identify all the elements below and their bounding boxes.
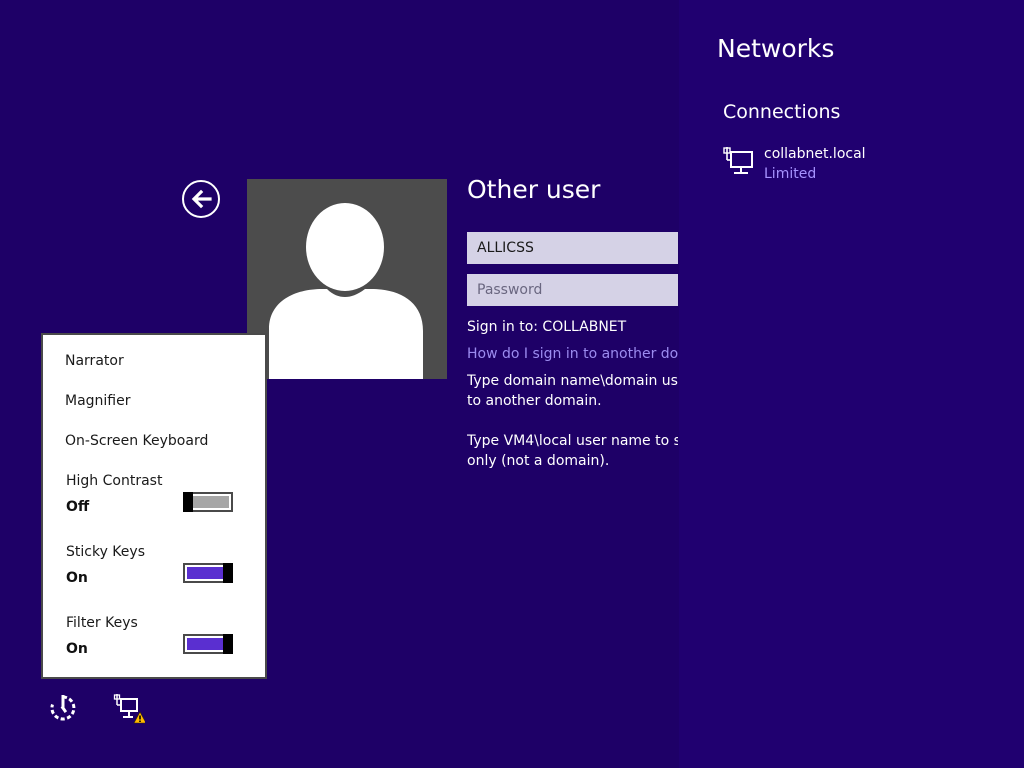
connections-heading: Connections bbox=[723, 101, 841, 123]
filter-keys-state: On bbox=[66, 641, 88, 657]
toggle-thumb bbox=[223, 634, 233, 654]
other-domain-help-link[interactable]: How do I sign in to another domain? bbox=[467, 346, 678, 362]
toggle-track bbox=[187, 496, 229, 508]
ease-of-access-icon bbox=[50, 695, 76, 721]
signin-form: Sign in to: COLLABNET How do I sign in t… bbox=[467, 232, 678, 471]
filter-keys-toggle[interactable] bbox=[183, 634, 233, 654]
domain-help-text: Type domain name\domain user name to sig… bbox=[467, 371, 678, 411]
on-screen-keyboard-menu-item[interactable]: On-Screen Keyboard bbox=[65, 433, 208, 449]
back-arrow-icon bbox=[191, 189, 212, 209]
network-warning-icon bbox=[113, 694, 147, 724]
high-contrast-label: High Contrast bbox=[66, 473, 163, 489]
local-help-line-2: only (not a domain). bbox=[467, 453, 610, 469]
lock-screen: Other user Sign in to: COLLABNET How do … bbox=[0, 0, 1024, 768]
toggle-thumb bbox=[183, 492, 193, 512]
high-contrast-state: Off bbox=[66, 499, 90, 515]
network-status: Limited bbox=[764, 166, 817, 182]
wired-network-icon bbox=[723, 147, 753, 174]
local-help-text: Type VM4\local user name to sign in to t… bbox=[467, 431, 678, 471]
sticky-keys-label: Sticky Keys bbox=[66, 544, 145, 560]
user-title: Other user bbox=[467, 175, 601, 204]
networks-panel: Networks Connections collabnet.local Lim… bbox=[679, 0, 1024, 768]
filter-keys-label: Filter Keys bbox=[66, 615, 138, 631]
ease-of-access-menu: Narrator Magnifier On-Screen Keyboard Hi… bbox=[41, 333, 267, 679]
password-field[interactable] bbox=[467, 274, 678, 306]
network-status-button[interactable] bbox=[113, 692, 147, 724]
username-field[interactable] bbox=[467, 232, 678, 264]
user-avatar bbox=[247, 179, 447, 379]
networks-title: Networks bbox=[717, 34, 835, 63]
network-name: collabnet.local bbox=[764, 146, 866, 162]
network-item-collabnet[interactable]: collabnet.local Limited bbox=[723, 145, 983, 187]
back-button[interactable] bbox=[182, 180, 220, 218]
filter-keys-setting: Filter Keys On bbox=[66, 615, 246, 671]
ease-of-access-button[interactable] bbox=[47, 692, 79, 724]
sticky-keys-state: On bbox=[66, 570, 88, 586]
toggle-thumb bbox=[223, 563, 233, 583]
network-item-text: collabnet.local Limited bbox=[764, 145, 866, 185]
domain-help-line-1: Type domain name\domain user name to sig… bbox=[467, 373, 678, 389]
domain-help-line-2: to another domain. bbox=[467, 393, 602, 409]
high-contrast-setting: High Contrast Off bbox=[66, 473, 246, 529]
default-user-icon bbox=[269, 203, 423, 379]
sticky-keys-setting: Sticky Keys On bbox=[66, 544, 246, 600]
local-help-line-1: Type VM4\local user name to sign in to t… bbox=[467, 433, 678, 449]
narrator-menu-item[interactable]: Narrator bbox=[65, 353, 124, 369]
magnifier-menu-item[interactable]: Magnifier bbox=[65, 393, 131, 409]
sticky-keys-toggle[interactable] bbox=[183, 563, 233, 583]
high-contrast-toggle[interactable] bbox=[183, 492, 233, 512]
sign-in-domain-label: Sign in to: COLLABNET bbox=[467, 319, 627, 335]
